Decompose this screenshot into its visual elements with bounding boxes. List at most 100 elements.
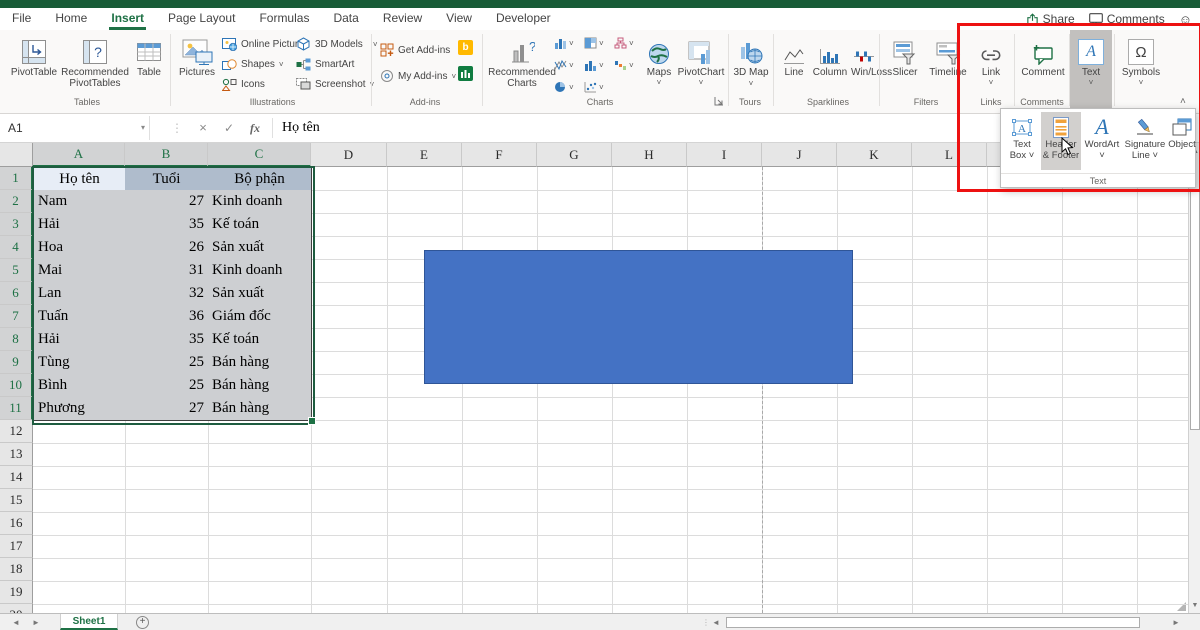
row-header-20[interactable]: 20 xyxy=(0,604,33,613)
cell-C2[interactable]: Kinh doanh xyxy=(208,190,312,214)
cell-B1[interactable]: Tuổi xyxy=(125,167,209,191)
row-header-4[interactable]: 4 xyxy=(0,236,33,259)
sheet-tab-sheet1[interactable]: Sheet1 xyxy=(60,614,118,630)
spreadsheet-grid[interactable]: ABCDEFGHIJKLMNO1234567891011121314151617… xyxy=(0,143,1188,613)
row-header-1[interactable]: 1 xyxy=(0,167,33,190)
row-header-17[interactable]: 17 xyxy=(0,535,33,558)
cell-A7[interactable]: Tuấn xyxy=(33,305,126,329)
insert-treemap-chart-button[interactable]: ˅ xyxy=(584,37,604,49)
cell-B5[interactable]: 31 xyxy=(125,259,209,283)
sparkline-column-button[interactable]: Column xyxy=(811,33,849,78)
cell-A5[interactable]: Mai xyxy=(33,259,126,283)
ribbon-tab-formulas[interactable]: Formulas xyxy=(247,8,321,30)
cell-A2[interactable]: Nam xyxy=(33,190,126,214)
cell-B7[interactable]: 36 xyxy=(125,305,209,329)
cell-A6[interactable]: Lan xyxy=(33,282,126,306)
insert-scatter-chart-button[interactable]: ˅ xyxy=(584,81,604,93)
formula-bar-splitter[interactable]: ⋮ xyxy=(166,116,188,140)
row-header-6[interactable]: 6 xyxy=(0,282,33,305)
sparkline-winloss-button[interactable]: Win/Loss xyxy=(851,33,892,78)
bing-maps-addin-icon[interactable]: b xyxy=(458,40,473,55)
horizontal-scrollbar-thumb[interactable] xyxy=(726,617,1140,628)
text-menu-item-header[interactable]: Header & Footer xyxy=(1041,112,1081,170)
row-header-10[interactable]: 10 xyxy=(0,374,33,397)
row-header-5[interactable]: 5 xyxy=(0,259,33,282)
maps-button[interactable]: Maps ˅ xyxy=(643,33,675,87)
cell-C5[interactable]: Kinh doanh xyxy=(208,259,312,283)
text-button[interactable]: A Text ˅ xyxy=(1071,33,1111,87)
column-header-A[interactable]: A xyxy=(33,143,125,167)
comment-button[interactable]: Comment xyxy=(1018,33,1068,78)
row-header-12[interactable]: 12 xyxy=(0,420,33,443)
charts-dialog-launcher[interactable] xyxy=(714,96,724,106)
pivottable-button[interactable]: PivotTable xyxy=(8,33,60,78)
row-header-9[interactable]: 9 xyxy=(0,351,33,374)
collapse-ribbon-chevron-icon[interactable]: ˄ xyxy=(1180,96,1186,107)
cell-C4[interactable]: Sản xuất xyxy=(208,236,312,260)
cell-C6[interactable]: Sản xuất xyxy=(208,282,312,306)
cell-C10[interactable]: Bán hàng xyxy=(208,374,312,398)
column-header-I[interactable]: I xyxy=(687,143,762,167)
insert-function-button[interactable]: fx xyxy=(244,116,266,140)
insert-hierarchy-chart-button[interactable]: ˅ xyxy=(614,37,634,49)
ribbon-tab-developer[interactable]: Developer xyxy=(484,8,563,30)
column-header-L[interactable]: L xyxy=(912,143,987,167)
slicer-button[interactable]: Slicer xyxy=(886,33,924,78)
column-header-J[interactable]: J xyxy=(762,143,837,167)
cell-A3[interactable]: Hải xyxy=(33,213,126,237)
insert-line-chart-button[interactable]: ˅ xyxy=(554,59,574,71)
cell-B4[interactable]: 26 xyxy=(125,236,209,260)
cell-B11[interactable]: 27 xyxy=(125,397,209,421)
cell-C3[interactable]: Kế toán xyxy=(208,213,312,237)
text-menu-item-text[interactable]: A Text Box ˅ xyxy=(1003,112,1041,170)
ribbon-tab-file[interactable]: File xyxy=(0,8,43,30)
3d-map-button[interactable]: 3D Map ˅ xyxy=(732,33,770,89)
name-box[interactable]: A1 xyxy=(0,116,150,140)
vertical-scrollbar[interactable]: ▼ ▼ xyxy=(1188,143,1200,613)
column-header-B[interactable]: B xyxy=(125,143,208,167)
cell-A4[interactable]: Hoa xyxy=(33,236,126,260)
vertical-scrollbar-thumb[interactable] xyxy=(1190,190,1200,430)
symbols-button[interactable]: Ω Symbols ˅ xyxy=(1118,33,1164,87)
timeline-button[interactable]: Timeline xyxy=(926,33,970,78)
text-menu-item-wordart[interactable]: A WordArt ˅ xyxy=(1081,112,1123,170)
cancel-button[interactable]: × xyxy=(192,116,214,140)
column-header-G[interactable]: G xyxy=(537,143,612,167)
recommended-charts-button[interactable]: ? Recommended Charts xyxy=(488,33,556,89)
share-button[interactable]: Share xyxy=(1026,12,1075,26)
cell-A9[interactable]: Tùng xyxy=(33,351,126,375)
tab-scroll-splitter[interactable]: ⋮ xyxy=(702,618,710,627)
screenshot-button[interactable]: Screenshot ˅ xyxy=(296,76,374,92)
pictures-button[interactable]: Pictures xyxy=(176,33,218,78)
smartart-button[interactable]: SmartArt xyxy=(296,56,354,72)
blue-rectangle-shape[interactable] xyxy=(424,250,853,384)
link-button[interactable]: Link ˅ xyxy=(974,33,1008,87)
hscroll-left-icon[interactable]: ◄ xyxy=(712,618,720,627)
hscroll-right-icon[interactable]: ► xyxy=(1172,618,1180,627)
sparkline-line-button[interactable]: Line xyxy=(779,33,809,78)
row-header-7[interactable]: 7 xyxy=(0,305,33,328)
cell-C8[interactable]: Kế toán xyxy=(208,328,312,352)
row-header-3[interactable]: 3 xyxy=(0,213,33,236)
cell-A10[interactable]: Bình xyxy=(33,374,126,398)
cell-B2[interactable]: 27 xyxy=(125,190,209,214)
sheet-nav-right-icon[interactable]: ► xyxy=(32,618,40,627)
feedback-smiley-icon[interactable]: ☺ xyxy=(1179,12,1192,27)
cell-A11[interactable]: Phương xyxy=(33,397,126,421)
ribbon-tab-home[interactable]: Home xyxy=(43,8,99,30)
ribbon-tab-page-layout[interactable]: Page Layout xyxy=(156,8,247,30)
insert-waterfall-chart-button[interactable]: ˅ xyxy=(614,59,634,71)
icons-button[interactable]: Icons xyxy=(222,76,265,92)
shapes-button[interactable]: Shapes ˅ xyxy=(222,56,284,72)
row-header-16[interactable]: 16 xyxy=(0,512,33,535)
ribbon-tab-view[interactable]: View xyxy=(434,8,484,30)
name-box-caret-icon[interactable]: ▾ xyxy=(132,116,154,140)
column-header-D[interactable]: D xyxy=(311,143,387,167)
3d-models-button[interactable]: 3D Models ˅ xyxy=(296,36,377,52)
row-header-8[interactable]: 8 xyxy=(0,328,33,351)
insert-histogram-chart-button[interactable]: ˅ xyxy=(584,59,604,71)
row-header-14[interactable]: 14 xyxy=(0,466,33,489)
column-header-H[interactable]: H xyxy=(612,143,687,167)
text-menu-item-object[interactable]: Object xyxy=(1167,112,1197,170)
cell-C1[interactable]: Bộ phận xyxy=(208,167,312,191)
